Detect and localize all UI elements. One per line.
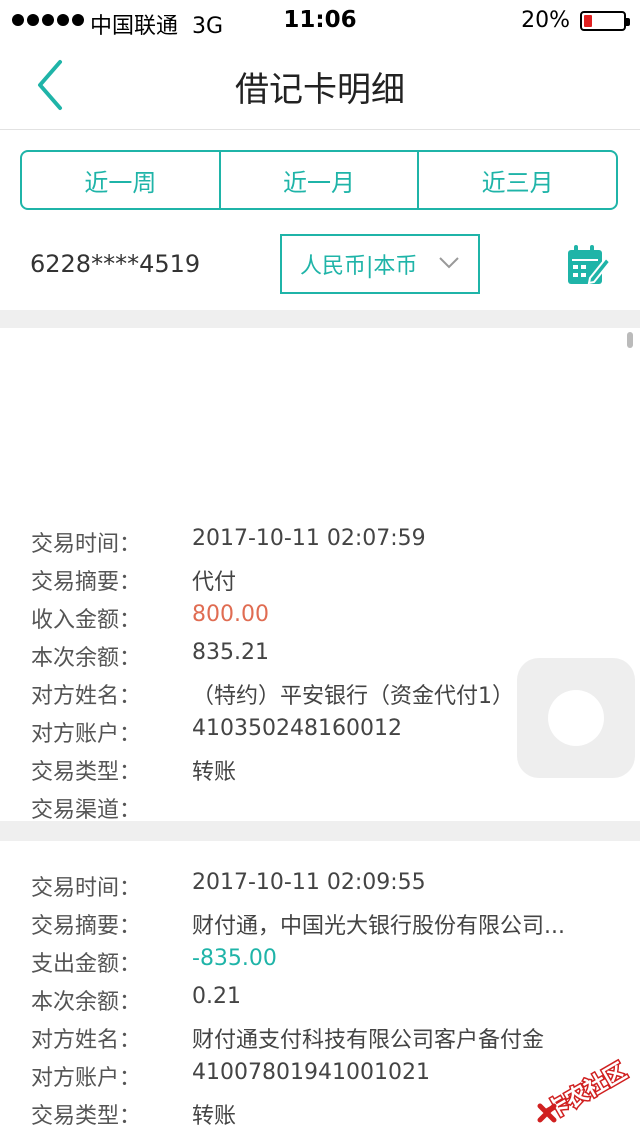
field-label: 交易时间： <box>31 532 142 557</box>
tab-last-month[interactable]: 近一月 <box>221 152 420 208</box>
page-title: 借记卡明细 <box>235 70 405 110</box>
field-value: 2017-10-11 02:09:55 <box>192 870 426 895</box>
field-row: 交易摘要： 代付 <box>0 558 640 596</box>
field-value: 转账 <box>192 760 237 785</box>
field-label: 对方姓名： <box>31 684 142 709</box>
field-value: 代付 <box>192 570 237 595</box>
field-label: 交易摘要： <box>31 570 142 595</box>
field-label: 收入金额： <box>31 608 142 633</box>
field-value: 财付通，中国光大银行股份有限公司... <box>192 914 565 939</box>
field-value: 转账 <box>192 1104 237 1129</box>
assistive-touch-button[interactable] <box>517 658 635 778</box>
svg-text:卡农社区: 卡农社区 <box>542 1058 631 1125</box>
field-row: 交易摘要： 财付通，中国光大银行股份有限公司... <box>0 902 640 940</box>
field-label: 本次余额： <box>31 646 142 671</box>
scrollbar[interactable] <box>627 332 633 348</box>
field-value: （特约）平安银行（资金代付1） <box>192 684 514 709</box>
income-amount: 800.00 <box>192 602 269 627</box>
chevron-down-icon <box>439 257 459 269</box>
field-row: 交易时间： 2017-10-11 02:09:55 <box>0 864 640 902</box>
expense-amount: -835.00 <box>192 946 277 971</box>
field-label: 交易类型： <box>31 1104 142 1129</box>
field-label: 对方账户： <box>31 722 142 747</box>
field-value: 41007801941001021 <box>192 1060 430 1085</box>
field-row: 支出金额： -835.00 <box>0 940 640 978</box>
field-value: 2017-10-11 02:07:59 <box>192 526 426 551</box>
field-row: 收入金额： 800.00 <box>0 596 640 634</box>
field-value: 835.21 <box>192 640 269 665</box>
field-label: 交易摘要： <box>31 914 142 939</box>
field-row: 交易渠道： <box>0 786 640 824</box>
tab-last-week[interactable]: 近一周 <box>22 152 221 208</box>
account-number: 6228****4519 <box>30 250 201 278</box>
field-label: 交易时间： <box>31 876 142 901</box>
section-divider <box>0 310 640 328</box>
calendar-edit-icon[interactable] <box>566 244 610 286</box>
currency-select[interactable]: 人民币|本币 <box>280 234 480 294</box>
status-bar: 中国联通 3G 11:06 20% <box>0 0 640 40</box>
field-label: 本次余额： <box>31 990 142 1015</box>
field-row: 交易时间： 2017-10-11 02:07:59 <box>0 520 640 558</box>
watermark-logo: 卡农社区 <box>537 1057 632 1126</box>
nav-bar: 借记卡明细 <box>0 40 640 130</box>
field-row: 本次余额： 0.21 <box>0 978 640 1016</box>
field-label: 支出金额： <box>31 952 142 977</box>
field-label: 交易类型： <box>31 760 142 785</box>
field-label: 交易渠道： <box>31 798 142 823</box>
field-value: 0.21 <box>192 984 241 1009</box>
tab-last-three-months[interactable]: 近三月 <box>419 152 616 208</box>
field-value: 410350248160012 <box>192 716 402 741</box>
field-value: 财付通支付科技有限公司客户备付金 <box>192 1028 545 1053</box>
section-divider <box>0 821 640 841</box>
battery-percent: 20% <box>521 8 570 33</box>
period-segmented-control: 近一周 近一月 近三月 <box>20 150 618 210</box>
battery-icon <box>580 11 630 31</box>
field-label: 对方账户： <box>31 1066 142 1091</box>
currency-value: 人民币|本币 <box>300 254 418 279</box>
field-label: 对方姓名： <box>31 1028 142 1053</box>
